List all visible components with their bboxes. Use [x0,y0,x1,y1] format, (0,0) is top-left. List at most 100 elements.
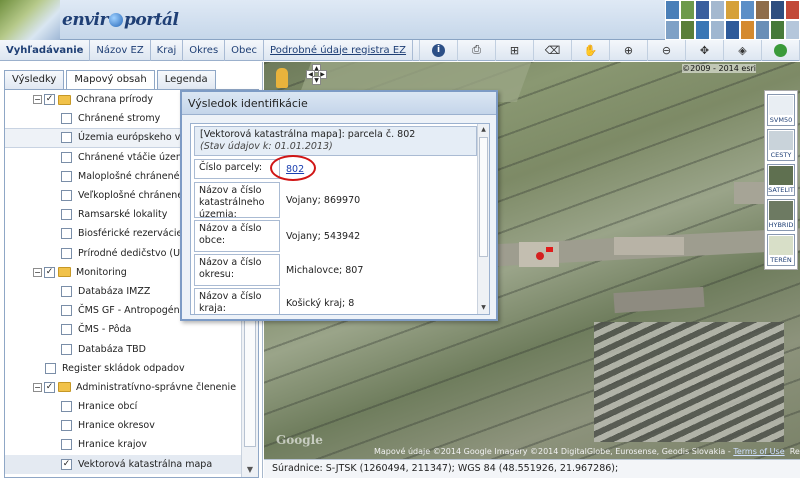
header-thumbnail [710,0,725,20]
zoom-out-icon[interactable]: ⊖ [647,39,685,61]
tree-item-label: Chránené vtáčie územia [78,151,194,163]
layer-checkbox[interactable]: ✓ [44,381,55,393]
tab-2[interactable]: Legenda [156,70,216,89]
layer-checkbox[interactable] [45,362,56,374]
layer-checkbox[interactable] [61,247,72,259]
pegman-icon[interactable] [276,68,288,88]
layer-checkbox[interactable] [61,420,72,432]
print-icon[interactable]: ⎙ [457,39,495,61]
layer-checkbox[interactable] [61,170,72,182]
pan-control[interactable]: ▲ ◀ ▶ ▼ [306,64,328,86]
header-thumbnail [665,0,680,20]
map-type-4[interactable]: TERÉN [767,234,795,266]
layer-checkbox[interactable] [61,305,72,317]
map-type-thumbnail [769,96,793,115]
header-thumbnail [695,0,710,20]
tab-1[interactable]: Mapový obsah [66,70,155,90]
measure-icon[interactable]: ⊞ [495,39,533,61]
folder-icon [58,94,71,105]
layer-checkbox[interactable]: ✓ [44,266,55,278]
toolbar-link-0[interactable]: Vyhľadávanie [0,39,91,61]
toolbar-link-3[interactable]: Okres [183,39,226,61]
header-thumbnail [680,20,695,40]
eraser-icon[interactable]: ⌫ [533,39,571,61]
info-icon[interactable]: i [419,39,457,61]
logo-photo [0,0,60,40]
layer-checkbox[interactable] [61,401,72,413]
layer-checkbox[interactable] [61,228,72,240]
layer-checkbox[interactable] [61,151,72,163]
tree-item-label: Ramsarské lokality [78,209,168,221]
collapse-toggle-icon[interactable]: − [33,267,42,277]
tree-item[interactable]: Register skládok odpadov [5,359,241,378]
popup-body: [Vektorová katastrálna mapa]: parcela č.… [190,123,490,315]
tree-item[interactable]: Hranice krajov [5,435,241,454]
layer-checkbox[interactable]: ✓ [61,458,72,470]
layer-checkbox[interactable] [61,343,72,355]
scroll-up-icon[interactable]: ▲ [478,124,489,136]
report-error-link[interactable]: Report a map error [790,447,800,456]
pan-down-icon[interactable]: ▼ [312,76,321,85]
scroll-down-icon[interactable]: ▼ [242,462,258,477]
enviroportal-logo[interactable]: envir portál [62,10,179,30]
header-thumbnail [665,20,680,40]
collapse-toggle-icon[interactable]: − [33,382,42,392]
layer-checkbox[interactable] [61,209,72,221]
collapse-toggle-icon[interactable]: − [33,95,42,105]
header-thumbnail [695,20,710,40]
toolbar-link-5[interactable]: Podrobné údaje registra EZ [264,39,414,61]
map-type-label: SVM50 [769,116,793,124]
zoom-in-icon[interactable]: ⊕ [609,39,647,61]
scroll-down-icon[interactable]: ▼ [478,302,489,314]
tree-item[interactable]: ✓ Vektorová katastrálna mapa [5,454,241,474]
map-type-switcher: SVM50 CESTY SATELIT HYBRID TERÉN [764,90,798,270]
map-type-thumbnail [769,166,793,185]
map-type-label: CESTY [770,151,792,159]
zoom-extent-icon[interactable]: ✥ [685,39,723,61]
google-logo: Google [276,433,323,447]
header-thumbnail [740,0,755,20]
toolbar-link-1[interactable]: Názov EZ [90,39,151,61]
layer-checkbox[interactable] [61,190,72,202]
tree-item[interactable]: Databáza TBD [5,339,241,358]
layer-checkbox[interactable] [61,132,72,144]
popup-scrollbar[interactable]: ▲ ▼ [477,124,489,314]
map-type-thumbnail [769,236,793,255]
map-type-3[interactable]: HYBRID [767,199,795,231]
tree-item-label: Územia európskeho výz [78,132,191,144]
header-thumbnail [755,0,770,20]
popup-row: Názov a číslo kraja: Košický kraj; 8 [194,288,477,314]
map-type-1[interactable]: CESTY [767,129,795,161]
popup-row-value: Košický kraj; 8 [286,297,355,309]
layer-checkbox[interactable] [61,324,72,336]
main-toolbar: Vyhľadávanie Názov EZ Kraj Okres Obec Podrobn… [0,39,800,61]
hand-pan-icon[interactable]: ✋ [571,39,609,61]
tree-item-label: Hranice krajov [78,439,147,451]
zoom-previous-icon[interactable]: ◈ [723,39,761,61]
terms-link[interactable]: Terms of Use [733,447,784,456]
popup-row-value: Vojany; 869970 [286,194,361,206]
layer-checkbox[interactable] [61,439,72,451]
layer-checkbox[interactable] [61,285,72,297]
map-type-2[interactable]: SATELIT [767,164,795,196]
tree-item[interactable]: Hranice obcí [5,397,241,416]
globe-icon[interactable] [761,39,799,61]
map-type-0[interactable]: SVM50 [767,94,795,126]
popup-row-label: Názov a číslo okresu: [194,254,280,286]
header-thumbnail [710,20,725,40]
tab-0[interactable]: Výsledky [4,70,65,89]
toolbar-link-4[interactable]: Obec [225,39,265,61]
tree-item[interactable]: ČMS - Pôda [5,320,241,339]
popup-row-label: Názov a číslo katastrálneho územia: [194,182,280,220]
toolbar-link-2[interactable]: Kraj [151,39,184,61]
tree-item[interactable]: − ✓ Administratívno-správne členenie [5,378,241,397]
tree-item[interactable]: Hranice okresov [5,416,241,435]
layer-checkbox[interactable] [61,113,72,125]
map-type-thumbnail [769,131,793,150]
tree-item-label: Databáza IMZZ [78,285,151,297]
scrollbar-thumb[interactable] [479,137,488,257]
popup-row-value: Vojany; 543942 [286,230,361,242]
popup-title[interactable]: Výsledok identifikácie [182,92,496,115]
tree-item-label: Prírodné dedičstvo (UNE [78,247,194,259]
layer-checkbox[interactable]: ✓ [44,94,55,106]
